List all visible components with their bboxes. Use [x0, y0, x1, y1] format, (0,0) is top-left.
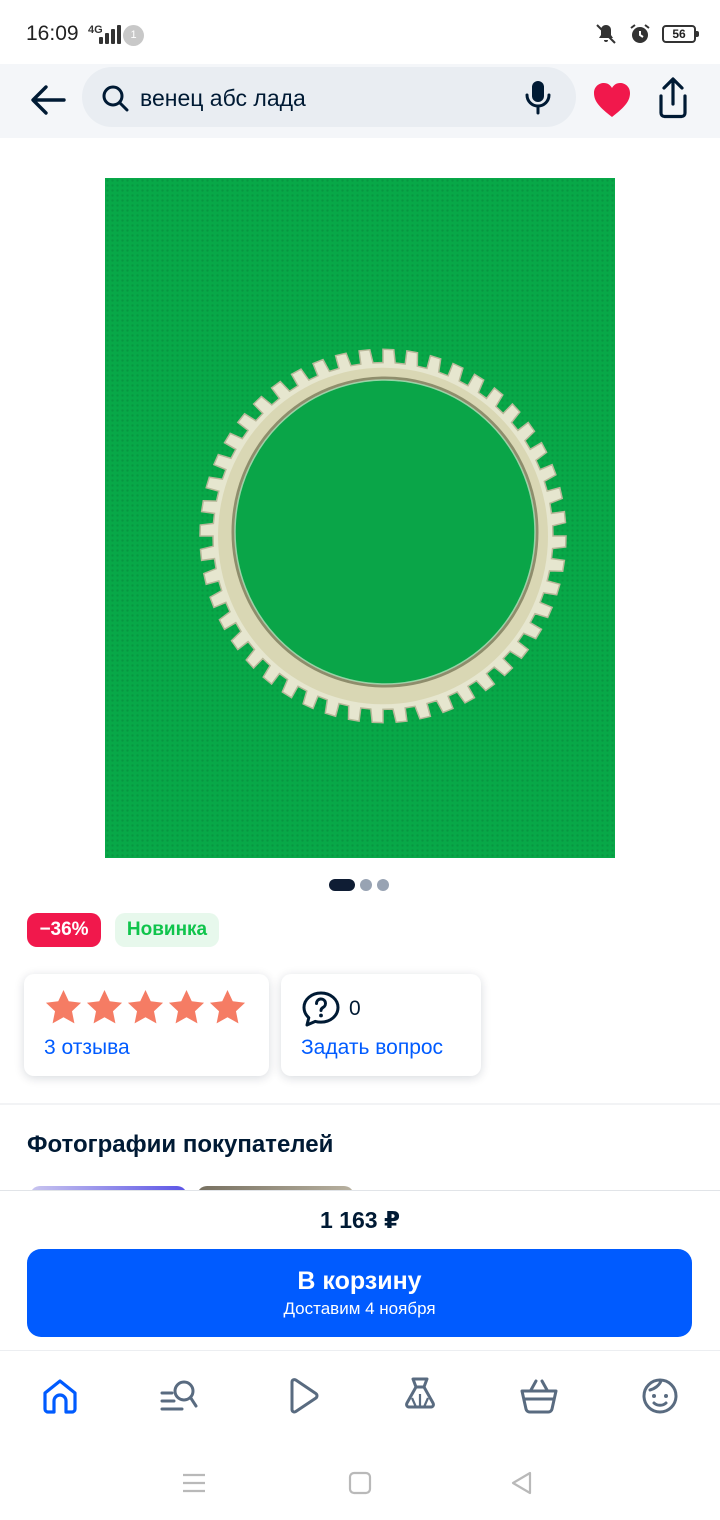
star-icon [209, 989, 246, 1024]
questions-count: 0 [349, 997, 361, 1020]
search-icon [102, 85, 129, 112]
discount-badge: −36% [27, 913, 101, 947]
rating-stars [44, 988, 247, 1027]
signal-icon [99, 25, 121, 44]
fashion-dress-icon[interactable] [400, 1376, 440, 1416]
profile-face-icon[interactable] [640, 1376, 680, 1416]
search-field[interactable]: венец абс лада [82, 67, 576, 127]
status-bar: 16:09 4G 1 56 [0, 0, 720, 64]
microphone-icon[interactable] [522, 79, 554, 115]
search-input[interactable]: венец абс лада [140, 85, 306, 112]
share-icon[interactable] [652, 76, 694, 122]
menu-lines-icon[interactable] [181, 1470, 207, 1496]
buy-panel: 1 163 ₽ В корзину Доставим 4 ноября [0, 1190, 720, 1350]
abs-ring-photo [199, 348, 567, 724]
back-triangle-icon[interactable] [509, 1470, 535, 1496]
favorite-heart-icon[interactable] [590, 78, 634, 122]
star-icon [168, 989, 205, 1024]
carousel-dot[interactable] [360, 879, 372, 891]
ask-question-link[interactable]: Задать вопрос [301, 1036, 443, 1060]
cart-button-label: В корзину [297, 1267, 422, 1295]
arrow-left-icon [31, 85, 66, 115]
bottom-tab-bar [0, 1350, 720, 1440]
delivery-date: Доставим 4 ноября [283, 1299, 436, 1318]
new-badge: Новинка [115, 913, 219, 947]
home-square-icon[interactable] [347, 1470, 373, 1496]
carousel-dot[interactable] [329, 879, 355, 891]
rating-card[interactable]: 3 отзыва [24, 974, 269, 1076]
battery-icon: 56 [662, 25, 699, 43]
carousel-dots[interactable] [329, 879, 389, 891]
questions-card[interactable]: 0 Задать вопрос [281, 974, 481, 1076]
notification-badge: 1 [123, 25, 144, 46]
star-icon [86, 989, 123, 1024]
cart-basket-icon[interactable] [519, 1376, 559, 1416]
back-button[interactable] [24, 76, 72, 124]
customer-photos-title: Фотографии покупателей [27, 1131, 334, 1158]
carousel-dot[interactable] [377, 879, 389, 891]
home-icon[interactable] [40, 1376, 80, 1416]
add-to-cart-button[interactable]: В корзину Доставим 4 ноября [27, 1249, 692, 1337]
video-play-icon[interactable] [282, 1376, 322, 1416]
top-bar: венец абс лада [0, 64, 720, 138]
system-navigation-bar [0, 1440, 720, 1520]
star-icon [45, 989, 82, 1024]
status-time: 16:09 [26, 22, 79, 45]
star-icon [127, 989, 164, 1024]
product-price: 1 163 ₽ [320, 1207, 400, 1233]
catalog-search-icon[interactable] [159, 1376, 199, 1416]
mute-icon [596, 24, 616, 44]
product-image[interactable] [105, 178, 615, 858]
question-bubble-icon [302, 991, 340, 1027]
alarm-icon [630, 24, 650, 43]
reviews-link[interactable]: 3 отзыва [44, 1036, 130, 1060]
section-divider [0, 1103, 720, 1105]
